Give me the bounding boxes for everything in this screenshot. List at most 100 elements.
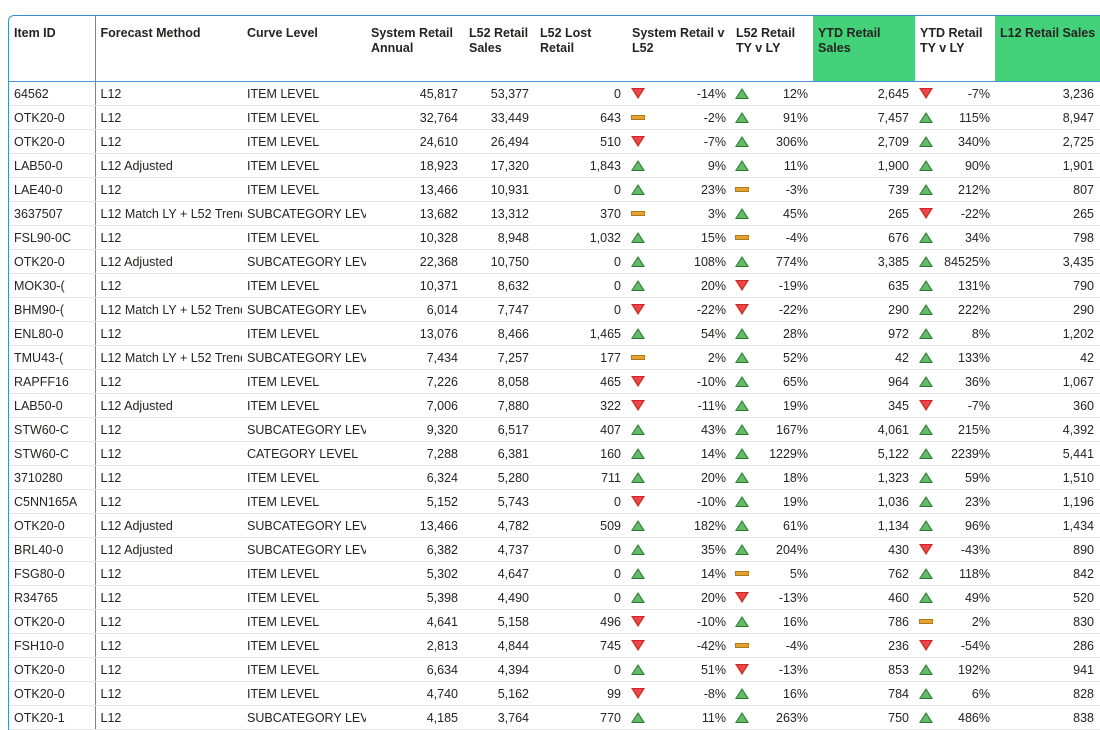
trend-value: 133% <box>958 351 990 365</box>
col-header-ytd-retail-sales[interactable]: YTD Retail Sales <box>813 16 915 82</box>
cell-l52-lost-retail: 0 <box>535 298 627 322</box>
table-row[interactable]: FSL90-0CL12ITEM LEVEL10,3288,9481,03215%… <box>9 226 1100 250</box>
col-header-system-retail-v-l52[interactable]: System Retail v L52 <box>627 16 731 82</box>
table-row[interactable]: OTK20-0L12ITEM LEVEL4,7405,16299-8%16%78… <box>9 682 1100 706</box>
up-icon <box>919 376 933 387</box>
cell-l52-retail-ty-v-ly: 774% <box>731 250 813 274</box>
up-icon <box>735 160 749 171</box>
table-row[interactable]: TMU43-(L12 Match LY + L52 TrendSUBCATEGO… <box>9 346 1100 370</box>
table-row[interactable]: OTK20-0L12 AdjustedSUBCATEGORY LEVEL13,4… <box>9 514 1100 538</box>
cell-item-id: ENL80-0 <box>9 322 95 346</box>
table-row[interactable]: OTK20-0L12 AdjustedSUBCATEGORY LEVEL22,3… <box>9 250 1100 274</box>
header-row: Item ID Forecast Method Curve Level Syst… <box>9 16 1100 82</box>
col-header-curve-level[interactable]: Curve Level <box>242 16 366 82</box>
trend-value: -10% <box>697 495 726 509</box>
cell-item-id: STW60-C <box>9 442 95 466</box>
up-icon <box>735 256 749 267</box>
table-row[interactable]: OTK20-0L12ITEM LEVEL4,6415,158496-10%16%… <box>9 610 1100 634</box>
cell-system-retail-v-l52: 14% <box>627 562 731 586</box>
cell-l52-lost-retail: 496 <box>535 610 627 634</box>
cell-ytd-retail-ty-v-ly: -7% <box>915 394 995 418</box>
cell-l52-retail-sales: 5,162 <box>464 682 535 706</box>
col-header-item-id[interactable]: Item ID <box>9 16 95 82</box>
trend-value: -10% <box>697 615 726 629</box>
col-header-forecast-method[interactable]: Forecast Method <box>95 16 242 82</box>
up-icon <box>919 136 933 147</box>
cell-l52-retail-sales: 5,280 <box>464 466 535 490</box>
cell-l52-retail-sales: 53,377 <box>464 82 535 106</box>
col-header-l12-retail-sales[interactable]: L12 Retail Sales <box>995 16 1100 82</box>
flat-icon <box>735 643 749 648</box>
col-header-l52-lost-retail[interactable]: L52 Lost Retail <box>535 16 627 82</box>
cell-ytd-retail-sales: 1,134 <box>813 514 915 538</box>
up-icon <box>919 496 933 507</box>
table-row[interactable]: OTK20-0L12ITEM LEVEL24,61026,494510-7%30… <box>9 130 1100 154</box>
cell-ytd-retail-sales: 345 <box>813 394 915 418</box>
cell-ytd-retail-ty-v-ly: 36% <box>915 370 995 394</box>
cell-l52-lost-retail: 0 <box>535 658 627 682</box>
down-icon <box>919 400 933 411</box>
table-row[interactable]: 64562L12ITEM LEVEL45,81753,3770-14%12%2,… <box>9 82 1100 106</box>
table-row[interactable]: RAPFF16L12ITEM LEVEL7,2268,058465-10%65%… <box>9 370 1100 394</box>
table-row[interactable]: STW60-CL12SUBCATEGORY LEVEL9,3206,517407… <box>9 418 1100 442</box>
cell-system-retail-v-l52: 3% <box>627 202 731 226</box>
cell-ytd-retail-sales: 2,645 <box>813 82 915 106</box>
cell-l52-lost-retail: 465 <box>535 370 627 394</box>
cell-l52-retail-ty-v-ly: -13% <box>731 658 813 682</box>
cell-l12-retail-sales: 1,510 <box>995 466 1100 490</box>
table-row[interactable]: OTK20-0L12ITEM LEVEL32,76433,449643-2%91… <box>9 106 1100 130</box>
cell-item-id: BRL40-0 <box>9 538 95 562</box>
table-row[interactable]: MOK30-(L12ITEM LEVEL10,3718,632020%-19%6… <box>9 274 1100 298</box>
trend-value: -3% <box>786 183 808 197</box>
up-icon <box>735 208 749 219</box>
up-icon <box>735 376 749 387</box>
cell-l12-retail-sales: 3,435 <box>995 250 1100 274</box>
cell-system-retail-v-l52: 9% <box>627 154 731 178</box>
cell-l52-lost-retail: 643 <box>535 106 627 130</box>
col-header-l52-retail-sales[interactable]: L52 Retail Sales <box>464 16 535 82</box>
table-row[interactable]: FSG80-0L12ITEM LEVEL5,3024,647014%5%7621… <box>9 562 1100 586</box>
up-icon <box>735 112 749 123</box>
col-header-ytd-retail-ty-v-ly[interactable]: YTD Retail TY v LY <box>915 16 995 82</box>
col-header-system-retail-annual[interactable]: System Retail Annual <box>366 16 464 82</box>
table-row[interactable]: C5NN165AL12ITEM LEVEL5,1525,7430-10%19%1… <box>9 490 1100 514</box>
cell-item-id: FSL90-0C <box>9 226 95 250</box>
trend-value: 263% <box>776 711 808 725</box>
trend-value: -13% <box>779 663 808 677</box>
cell-item-id: 64562 <box>9 82 95 106</box>
table-row[interactable]: OTK20-1L12SUBCATEGORY LEVEL4,1853,764770… <box>9 706 1100 730</box>
table-row[interactable]: FSH10-0L12ITEM LEVEL2,8134,844745-42%-4%… <box>9 634 1100 658</box>
cell-system-retail-annual: 13,466 <box>366 514 464 538</box>
table-row[interactable]: BHM90-(L12 Match LY + L52 TrendSUBCATEGO… <box>9 298 1100 322</box>
table-row[interactable]: 3710280L12ITEM LEVEL6,3245,28071120%18%1… <box>9 466 1100 490</box>
cell-curve-level: ITEM LEVEL <box>242 106 366 130</box>
cell-curve-level: SUBCATEGORY LEVEL <box>242 298 366 322</box>
table-row[interactable]: 3637507L12 Match LY + L52 TrendSUBCATEGO… <box>9 202 1100 226</box>
up-icon <box>631 424 645 435</box>
col-header-l52-retail-ty-v-ly[interactable]: L52 Retail TY v LY <box>731 16 813 82</box>
table-row[interactable]: ENL80-0L12ITEM LEVEL13,0768,4661,46554%2… <box>9 322 1100 346</box>
table-row[interactable]: BRL40-0L12 AdjustedSUBCATEGORY LEVEL6,38… <box>9 538 1100 562</box>
cell-system-retail-v-l52: 20% <box>627 586 731 610</box>
trend-value: -8% <box>704 687 726 701</box>
table-row[interactable]: LAB50-0L12 AdjustedITEM LEVEL18,92317,32… <box>9 154 1100 178</box>
cell-ytd-retail-ty-v-ly: 96% <box>915 514 995 538</box>
table-row[interactable]: LAB50-0L12 AdjustedITEM LEVEL7,0067,8803… <box>9 394 1100 418</box>
cell-forecast-method: L12 Match LY + L52 Trend <box>95 298 242 322</box>
table-row[interactable]: STW60-CL12CATEGORY LEVEL7,2886,38116014%… <box>9 442 1100 466</box>
table-row[interactable]: OTK20-0L12ITEM LEVEL6,6344,394051%-13%85… <box>9 658 1100 682</box>
trend-value: 36% <box>965 375 990 389</box>
cell-curve-level: ITEM LEVEL <box>242 658 366 682</box>
cell-ytd-retail-ty-v-ly: 34% <box>915 226 995 250</box>
cell-l12-retail-sales: 3,236 <box>995 82 1100 106</box>
cell-item-id: MOK30-( <box>9 274 95 298</box>
cell-system-retail-annual: 7,006 <box>366 394 464 418</box>
trend-value: 20% <box>701 591 726 605</box>
up-icon <box>919 232 933 243</box>
cell-l52-retail-sales: 8,058 <box>464 370 535 394</box>
table-row[interactable]: R34765L12ITEM LEVEL5,3984,490020%-13%460… <box>9 586 1100 610</box>
table-row[interactable]: LAE40-0L12ITEM LEVEL13,46610,931023%-3%7… <box>9 178 1100 202</box>
up-icon <box>919 424 933 435</box>
trend-value: 61% <box>783 519 808 533</box>
cell-l12-retail-sales: 5,441 <box>995 442 1100 466</box>
